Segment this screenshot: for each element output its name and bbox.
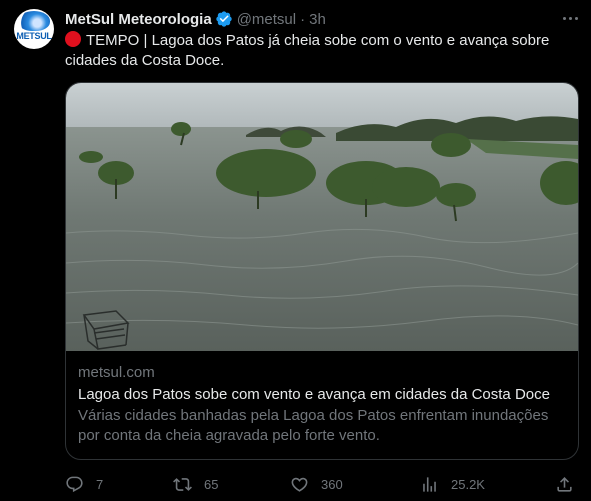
like-button[interactable]: 360 (290, 473, 343, 495)
avatar-logo-text: METSUL (16, 31, 52, 41)
share-button[interactable] (555, 473, 574, 495)
more-icon[interactable] (560, 10, 580, 26)
card-domain: metsul.com (78, 364, 155, 381)
separator-dot: · (300, 10, 306, 28)
author-name[interactable]: MetSul Meteorologia (65, 11, 212, 28)
author-handle[interactable]: @metsul (237, 11, 296, 28)
card-info: metsul.com Lagoa dos Patos sobe com vent… (66, 351, 578, 446)
tweet[interactable]: METSUL MetSul Meteorologia @metsul · 3h … (0, 0, 591, 501)
views-icon (423, 476, 436, 492)
views-count: 25.2K (451, 476, 485, 492)
action-bar: 7 65 360 25.2K (65, 473, 579, 495)
repost-icon (173, 477, 192, 491)
like-count: 360 (321, 476, 343, 492)
verified-badge-icon[interactable] (215, 10, 233, 28)
card-image[interactable] (66, 83, 578, 351)
card-title[interactable]: Lagoa dos Patos sobe com vento e avança … (78, 385, 566, 405)
reply-count: 7 (96, 476, 104, 492)
reply-icon (66, 476, 83, 492)
tweet-time[interactable]: 3h (309, 11, 326, 28)
repost-button[interactable]: 65 (173, 473, 218, 495)
like-icon (291, 477, 308, 492)
red-circle-emoji-icon (65, 31, 81, 47)
link-card[interactable]: metsul.com Lagoa dos Patos sobe com vent… (65, 82, 579, 460)
avatar[interactable]: METSUL (14, 9, 54, 49)
tweet-text: TEMPO | Lagoa dos Patos já cheia sobe co… (65, 31, 565, 71)
card-description: Várias cidades banhadas pela Lagoa dos P… (78, 407, 549, 444)
reply-button[interactable]: 7 (65, 473, 103, 495)
repost-count: 65 (204, 476, 219, 492)
share-icon (557, 476, 572, 492)
logo-swirl (18, 11, 50, 31)
views-button[interactable]: 25.2K (420, 473, 485, 495)
tweet-text-content: TEMPO | Lagoa dos Patos já cheia sobe co… (65, 32, 550, 69)
tweet-header: MetSul Meteorologia @metsul · 3h (65, 9, 326, 29)
